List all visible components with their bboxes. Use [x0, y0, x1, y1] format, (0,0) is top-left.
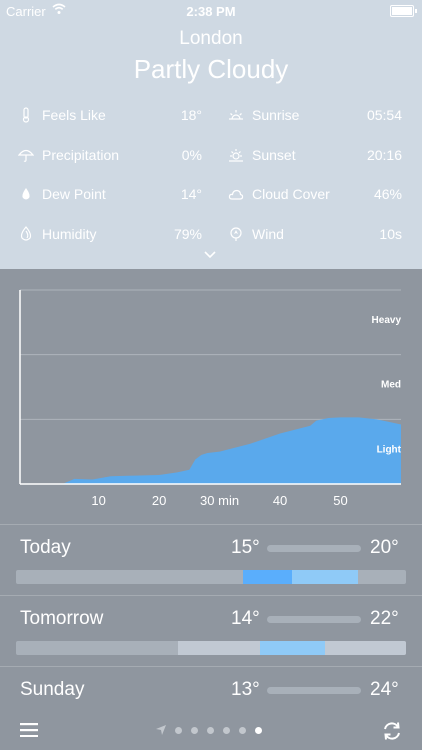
temp-range-bar [267, 545, 361, 552]
location-arrow-icon [156, 725, 166, 735]
detail-humidity: Humidity 79% [18, 225, 202, 245]
detail-value: 10s [379, 226, 402, 242]
forecast-day-tomorrow[interactable]: Tomorrow 14° 22° [0, 595, 422, 668]
level-label: Med [381, 380, 401, 391]
strip-segment [178, 641, 260, 655]
level-label: Light [377, 444, 402, 455]
day-high: 24° [370, 679, 399, 700]
x-tick-label: 10 [91, 493, 105, 508]
detail-value: 46% [373, 186, 402, 202]
day-low: 14° [231, 608, 260, 629]
drop-icon [22, 188, 30, 200]
detail-feels-like: Feels Like 18° [18, 106, 202, 126]
x-tick-label: 40 [273, 493, 287, 508]
x-tick-label: 50 [333, 493, 347, 508]
page-dot[interactable] [239, 727, 246, 734]
strip-segment [260, 641, 325, 655]
bottom-toolbar [0, 711, 422, 750]
page-dot[interactable] [223, 727, 230, 734]
precipitation-chart: 10 20 30 min 40 50 Heavy Med Light [19, 289, 402, 508]
page-dot[interactable] [207, 727, 214, 734]
level-label: Heavy [372, 315, 402, 326]
forecast-day-today[interactable]: Today 15° 20° [0, 524, 422, 597]
detail-wind: Wind 10s [228, 225, 402, 245]
detail-label: Sunset [252, 147, 296, 163]
city-name: London [179, 28, 243, 49]
strip-segment [325, 641, 406, 655]
temp-range-bar [267, 687, 361, 694]
thermometer-icon [22, 107, 30, 123]
umbrella-icon [18, 149, 34, 162]
detail-label: Cloud Cover [252, 186, 330, 202]
humidity-icon [20, 226, 32, 241]
detail-sunset: Sunset 20:16 [228, 146, 402, 166]
detail-value: 05:54 [366, 107, 402, 123]
detail-cloud-cover: Cloud Cover 46% [228, 185, 402, 205]
detail-dew-point: Dew Point 14° [18, 185, 202, 205]
clock: 2:38 PM [186, 4, 236, 19]
day-high: 20° [370, 537, 399, 558]
strip-segment [243, 570, 292, 584]
page-dot[interactable] [191, 727, 198, 734]
x-tick-label: 20 [152, 493, 166, 508]
detail-label: Dew Point [42, 186, 106, 202]
day-name: Sunday [20, 679, 85, 700]
detail-sunrise: Sunrise 05:54 [228, 106, 402, 126]
cloud-icon [228, 189, 244, 200]
chevron-down-icon[interactable] [203, 250, 217, 259]
battery-icon [390, 5, 417, 17]
detail-label: Sunrise [252, 107, 300, 123]
page-dot[interactable] [175, 727, 182, 734]
detail-value: 18° [180, 107, 202, 123]
strip-segment [292, 570, 358, 584]
page-dot-active[interactable] [255, 727, 262, 734]
detail-value: 20:16 [366, 147, 402, 163]
day-high: 22° [370, 608, 399, 629]
detail-label: Precipitation [42, 147, 120, 163]
menu-icon[interactable] [20, 723, 38, 737]
detail-value: 14° [180, 186, 202, 202]
day-name: Tomorrow [20, 608, 104, 629]
detail-value: 0% [181, 147, 202, 163]
condition-title: Partly Cloudy [133, 54, 289, 84]
detail-label: Wind [252, 226, 284, 242]
detail-precipitation: Precipitation 0% [18, 146, 202, 166]
temp-range-bar [267, 616, 361, 623]
status-bar: Carrier 2:38 PM [0, 0, 422, 22]
current-conditions-panel: Carrier 2:38 PM London Partly Cloudy Fee… [0, 0, 422, 269]
refresh-icon[interactable] [382, 721, 402, 741]
day-low: 15° [231, 537, 260, 558]
detail-value: 79% [173, 226, 202, 242]
day-low: 13° [231, 679, 260, 700]
detail-label: Feels Like [42, 107, 106, 123]
day-name: Today [20, 537, 71, 558]
hourly-strip [16, 570, 406, 584]
sunrise-icon [229, 110, 243, 120]
rain-area [38, 417, 402, 484]
wind-icon [230, 227, 242, 241]
hourly-strip [16, 641, 406, 655]
x-tick-label: 30 min [200, 493, 239, 508]
detail-label: Humidity [42, 226, 97, 242]
sunset-icon [229, 149, 243, 162]
